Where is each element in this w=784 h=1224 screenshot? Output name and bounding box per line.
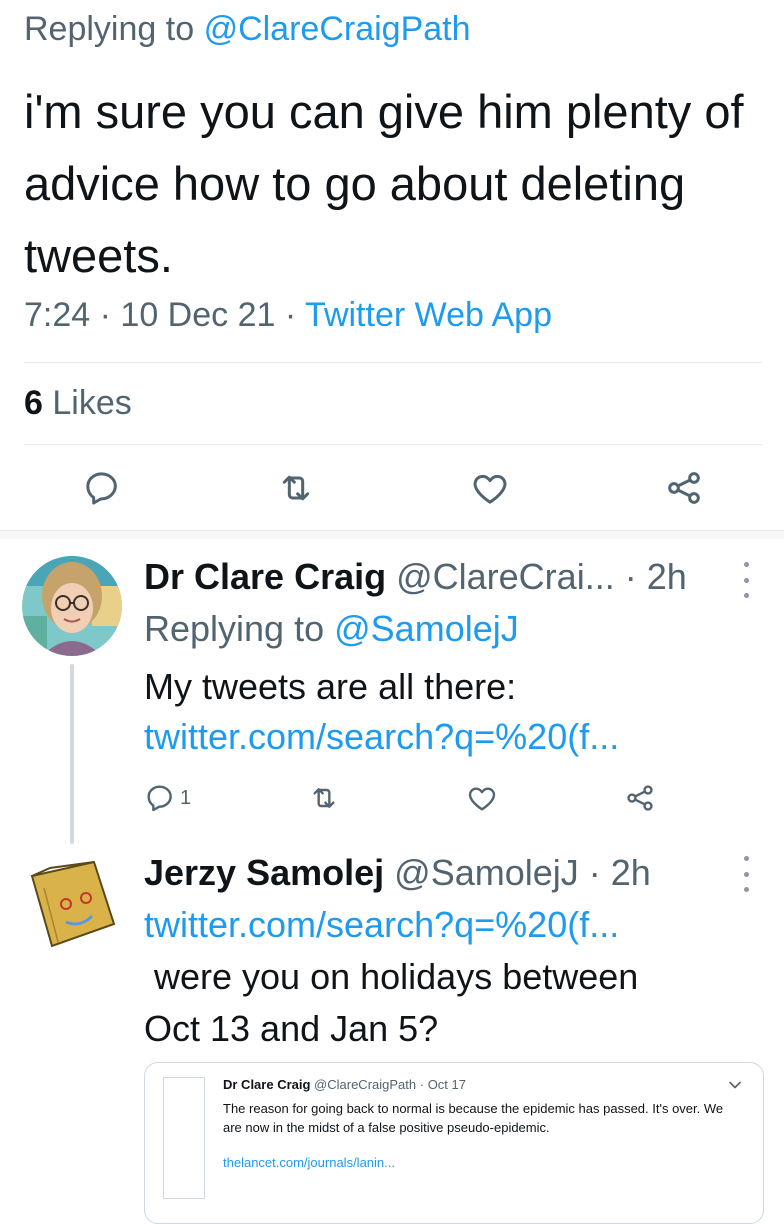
quoted-handle: @ClareCraigPath <box>314 1077 417 1092</box>
tweet-action-bar <box>0 460 784 520</box>
quoted-header: Dr Clare Craig @ClareCraigPath · Oct 17 <box>223 1077 466 1092</box>
reply-action-bar: 1 <box>144 770 764 818</box>
display-name[interactable]: Jerzy Samolej <box>144 852 384 893</box>
likes-stat[interactable]: 6 Likes <box>24 384 132 423</box>
reply-icon <box>147 785 172 812</box>
share-icon <box>627 785 653 811</box>
timestamp[interactable]: · 2h <box>589 852 651 893</box>
handle[interactable]: @ClareCrai... <box>396 556 615 597</box>
like-icon <box>473 474 507 504</box>
reply-header: Dr Clare Craig @ClareCrai... · 2h <box>144 556 687 598</box>
reply-text: My tweets are all there: <box>144 666 517 707</box>
reply-button[interactable]: 1 <box>144 770 214 826</box>
share-icon <box>668 472 700 504</box>
like-icon <box>468 787 496 811</box>
quoted-text: The reason for going back to normal is b… <box>223 1101 724 1135</box>
replying-to: Replying to @ClareCraigPath <box>24 10 471 49</box>
timestamp[interactable]: · 2h <box>625 556 687 597</box>
like-button[interactable] <box>454 770 510 826</box>
handle[interactable]: @SamolejJ <box>394 852 579 893</box>
replying-to: Replying to @SamolejJ <box>144 608 519 650</box>
more-icon[interactable] <box>740 562 752 598</box>
reply-link[interactable]: twitter.com/search?q=%20(f... <box>144 904 619 946</box>
divider <box>24 362 762 363</box>
replying-handle-link[interactable]: @ClareCraigPath <box>204 10 471 48</box>
reply-text: Oct 13 and Jan 5? <box>144 1008 439 1049</box>
tweet-source-link[interactable]: Twitter Web App <box>305 296 552 334</box>
avatar-image <box>22 556 122 656</box>
share-button[interactable] <box>612 770 668 826</box>
share-button[interactable] <box>656 460 712 516</box>
reply-icon <box>86 472 117 505</box>
retweet-button[interactable] <box>268 460 324 516</box>
avatar[interactable] <box>22 556 122 656</box>
chevron-down-icon[interactable] <box>725 1075 745 1095</box>
reply-count: 1 <box>180 786 192 809</box>
quoted-display-name: Dr Clare Craig <box>223 1077 311 1092</box>
replying-prefix: Replying to <box>144 608 325 649</box>
display-name[interactable]: Dr Clare Craig <box>144 556 386 597</box>
reply-header: Jerzy Samolej @SamolejJ · 2h <box>144 852 651 894</box>
thread-line <box>70 664 74 844</box>
more-icon[interactable] <box>740 856 752 892</box>
avatar[interactable] <box>22 854 122 954</box>
section-separator <box>0 530 784 539</box>
likes-label: Likes <box>52 384 132 422</box>
quoted-link[interactable]: thelancet.com/journals/lanin... <box>223 1155 395 1170</box>
tweet-text: i'm sure you can give him plenty of advi… <box>24 85 744 282</box>
meta-separator: · <box>284 296 297 334</box>
divider <box>24 444 762 445</box>
tweet-meta: 7:24 · 10 Dec 21 · Twitter Web App <box>24 296 552 335</box>
tweet-time: 7:24 <box>24 296 91 334</box>
retweet-icon <box>313 788 335 808</box>
avatar-image <box>30 860 116 948</box>
reply-link[interactable]: twitter.com/search?q=%20(f... <box>144 716 619 758</box>
retweet-button[interactable] <box>296 770 352 826</box>
quoted-date: · Oct 17 <box>419 1077 466 1092</box>
like-button[interactable] <box>462 460 518 516</box>
replying-handle-link[interactable]: @SamolejJ <box>334 608 519 649</box>
reply-text: were you on holidays between <box>144 956 639 997</box>
likes-count: 6 <box>24 384 43 422</box>
replying-prefix: Replying to <box>24 10 195 48</box>
broken-image-icon <box>163 1077 205 1199</box>
tweet-date: 10 Dec 21 <box>120 296 276 334</box>
meta-separator: · <box>99 296 111 334</box>
retweet-icon <box>282 475 310 501</box>
reply-button[interactable] <box>74 460 130 516</box>
